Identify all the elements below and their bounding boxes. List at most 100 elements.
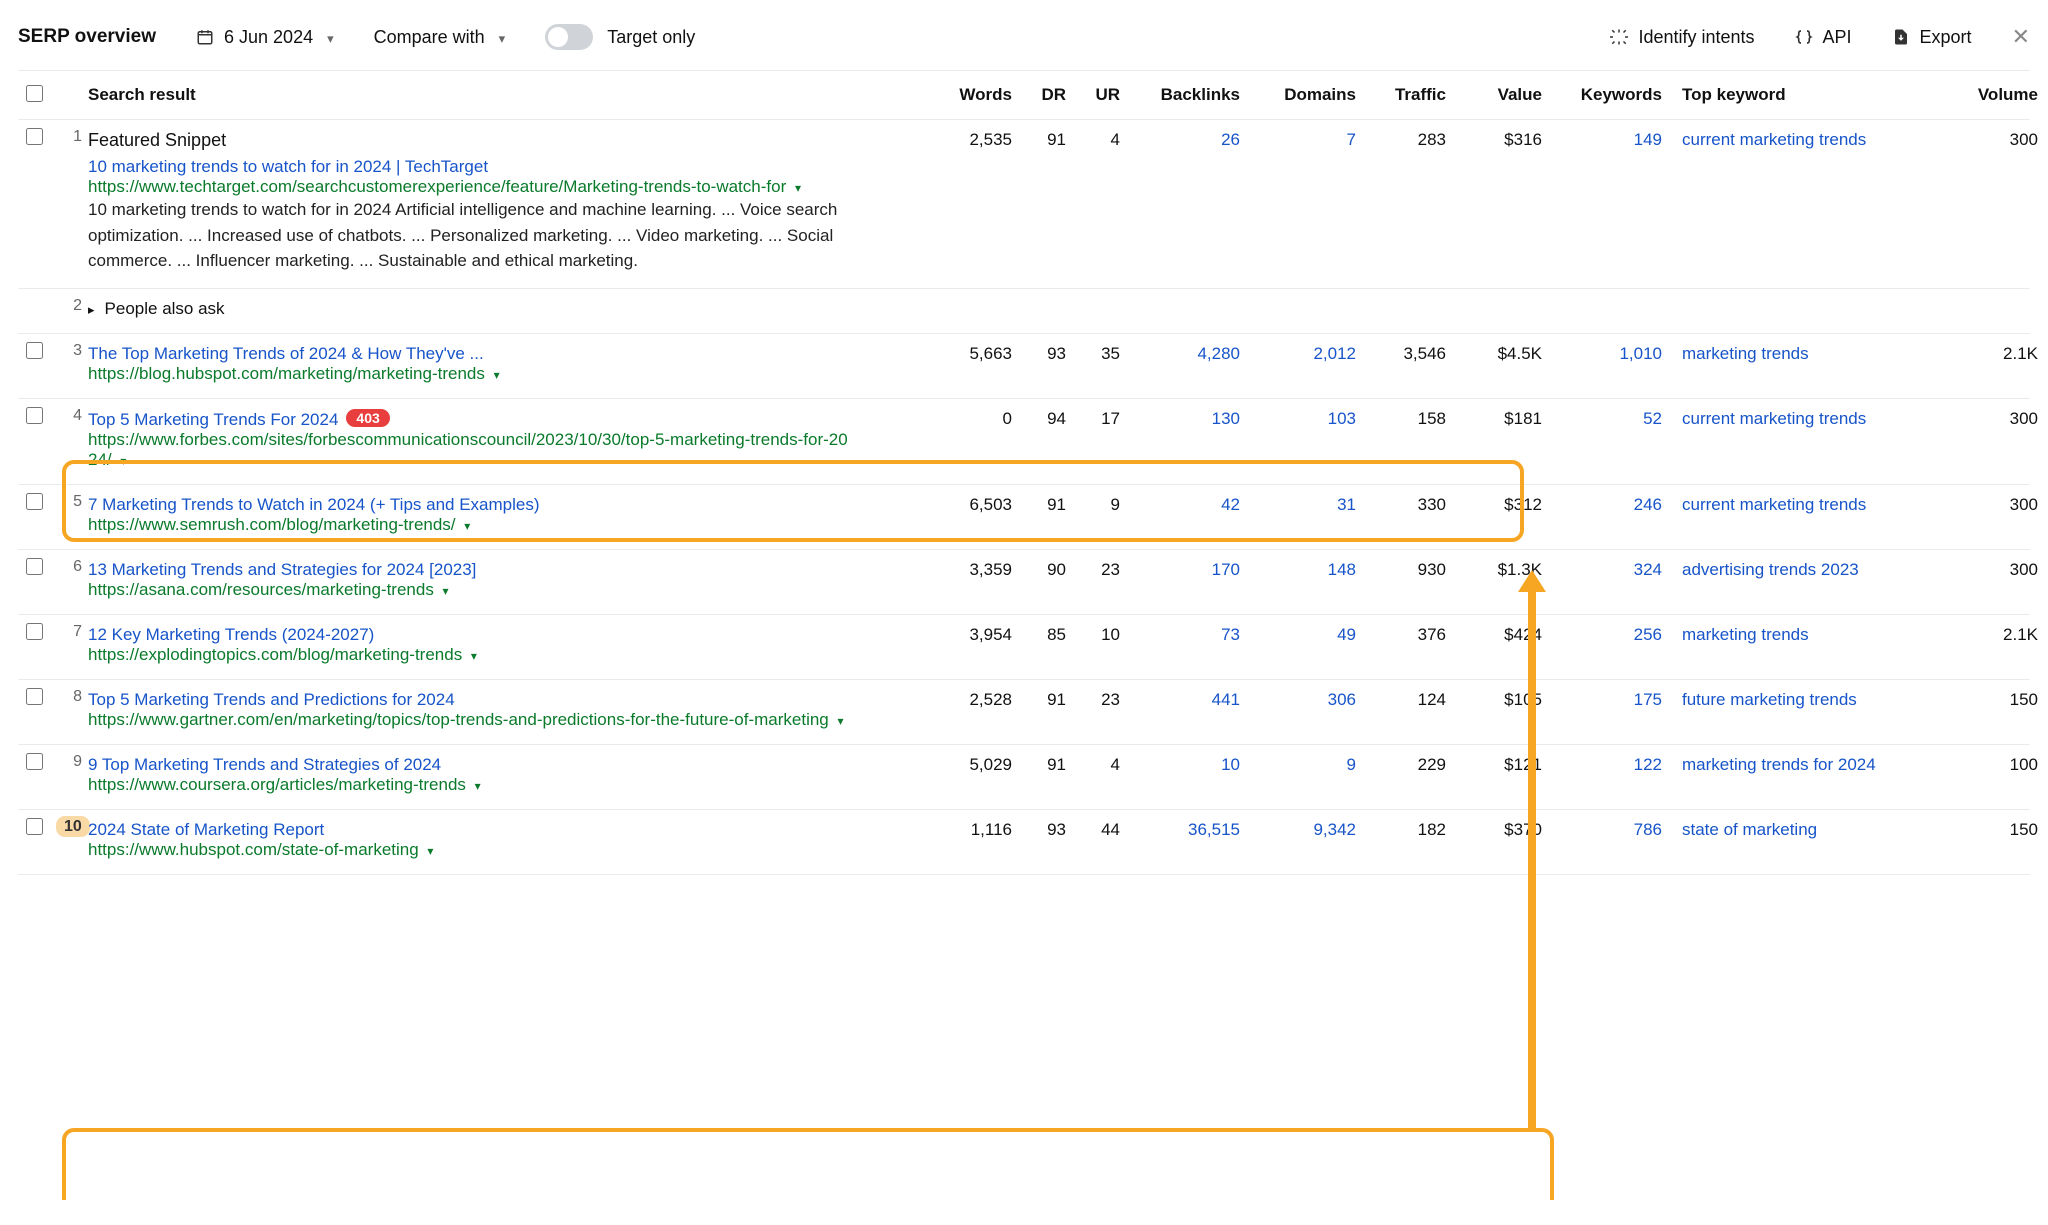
keywords-value[interactable]: 786 (1548, 810, 1668, 848)
keywords-value[interactable]: 175 (1548, 680, 1668, 718)
result-title[interactable]: 7 Marketing Trends to Watch in 2024 (+ T… (88, 495, 540, 514)
row-checkbox[interactable] (26, 342, 43, 359)
backlinks-value[interactable]: 73 (1126, 615, 1246, 653)
result-url[interactable]: https://www.semrush.com/blog/marketing-t… (88, 515, 848, 535)
keywords-value[interactable]: 1,010 (1548, 334, 1668, 372)
row-checkbox[interactable] (26, 407, 43, 424)
col-search-result[interactable]: Search result (88, 71, 928, 119)
result-title[interactable]: 12 Key Marketing Trends (2024-2027) (88, 625, 374, 644)
chevron-down-icon (439, 580, 449, 599)
chevron-down-icon (490, 364, 500, 383)
col-value[interactable]: Value (1452, 71, 1548, 119)
keywords-value[interactable]: 246 (1548, 485, 1668, 523)
arrow-up-icon (1528, 588, 1536, 1130)
domains-value[interactable]: 148 (1246, 550, 1362, 588)
select-all-checkbox[interactable] (26, 85, 43, 102)
top-keyword[interactable]: current marketing trends (1668, 485, 1948, 523)
row-checkbox[interactable] (26, 493, 43, 510)
keywords-value[interactable]: 52 (1548, 399, 1668, 437)
top-keyword[interactable]: state of marketing (1668, 810, 1948, 848)
backlinks-value[interactable]: 26 (1126, 120, 1246, 158)
target-only-toggle[interactable]: Target only (545, 24, 695, 50)
keywords-value[interactable]: 122 (1548, 745, 1668, 783)
result-url[interactable]: https://asana.com/resources/marketing-tr… (88, 580, 848, 600)
backlinks-value[interactable]: 36,515 (1126, 810, 1246, 848)
row-checkbox[interactable] (26, 558, 43, 575)
col-backlinks[interactable]: Backlinks (1126, 71, 1246, 119)
top-keyword[interactable]: marketing trends (1668, 334, 1948, 372)
row-checkbox[interactable] (26, 753, 43, 770)
col-top-keyword[interactable]: Top keyword (1668, 71, 1948, 119)
position: 2 (50, 289, 88, 323)
top-keyword[interactable]: marketing trends (1668, 615, 1948, 653)
domains-value[interactable]: 9 (1246, 745, 1362, 783)
keywords-value[interactable]: 149 (1548, 120, 1668, 158)
api-button[interactable]: API (1795, 27, 1852, 48)
backlinks-value[interactable]: 441 (1126, 680, 1246, 718)
export-button[interactable]: Export (1892, 27, 1972, 48)
backlinks-value[interactable]: 170 (1126, 550, 1246, 588)
compare-label: Compare with (374, 27, 485, 48)
chevron-down-icon (467, 645, 477, 664)
ur-value: 44 (1072, 810, 1126, 848)
col-domains[interactable]: Domains (1246, 71, 1362, 119)
top-keyword[interactable]: future marketing trends (1668, 680, 1948, 718)
col-words[interactable]: Words (928, 71, 1018, 119)
result-title[interactable]: Top 5 Marketing Trends For 2024 (88, 410, 338, 429)
col-volume[interactable]: Volume (1948, 71, 2044, 119)
result-url[interactable]: https://www.gartner.com/en/marketing/top… (88, 710, 848, 730)
top-keyword[interactable]: advertising trends 2023 (1668, 550, 1948, 588)
keywords-value[interactable]: 256 (1548, 615, 1668, 653)
domains-value[interactable]: 9,342 (1246, 810, 1362, 848)
http-status-badge: 403 (346, 409, 389, 427)
col-keywords[interactable]: Keywords (1548, 71, 1668, 119)
keywords-value[interactable]: 324 (1548, 550, 1668, 588)
result-title[interactable]: 13 Marketing Trends and Strategies for 2… (88, 560, 476, 579)
position: 3 (50, 334, 88, 368)
table-row: 8Top 5 Marketing Trends and Predictions … (18, 680, 2030, 745)
result-title[interactable]: The Top Marketing Trends of 2024 & How T… (88, 344, 484, 363)
result-cell: 7 Marketing Trends to Watch in 2024 (+ T… (88, 485, 928, 549)
compare-with-button[interactable]: Compare with (374, 27, 506, 48)
domains-value[interactable]: 7 (1246, 120, 1362, 158)
backlinks-value[interactable]: 42 (1126, 485, 1246, 523)
result-url[interactable]: https://www.forbes.com/sites/forbescommu… (88, 430, 848, 470)
volume-value: 2.1K (1948, 334, 2044, 372)
value-value: $4.5K (1452, 334, 1548, 372)
chevron-down-icon (116, 450, 126, 469)
result-url[interactable]: https://www.hubspot.com/state-of-marketi… (88, 840, 848, 860)
result-title[interactable]: 10 marketing trends to watch for in 2024… (88, 157, 488, 176)
domains-value[interactable]: 2,012 (1246, 334, 1362, 372)
top-keyword[interactable]: marketing trends for 2024 (1668, 745, 1948, 783)
result-title[interactable]: 2024 State of Marketing Report (88, 820, 324, 839)
domains-value[interactable]: 49 (1246, 615, 1362, 653)
row-checkbox[interactable] (26, 128, 43, 145)
download-file-icon (1892, 28, 1910, 46)
top-keyword[interactable]: current marketing trends (1668, 120, 1948, 158)
result-title[interactable]: Top 5 Marketing Trends and Predictions f… (88, 690, 455, 709)
result-url[interactable]: https://blog.hubspot.com/marketing/marke… (88, 364, 848, 384)
top-keyword[interactable]: current marketing trends (1668, 399, 1948, 437)
backlinks-value[interactable]: 4,280 (1126, 334, 1246, 372)
col-ur[interactable]: UR (1072, 71, 1126, 119)
domains-value[interactable]: 31 (1246, 485, 1362, 523)
chevron-down-icon (471, 775, 481, 794)
date-picker[interactable]: 6 Jun 2024 (196, 27, 334, 48)
result-url[interactable]: https://explodingtopics.com/blog/marketi… (88, 645, 848, 665)
row-checkbox[interactable] (26, 688, 43, 705)
close-button[interactable]: ✕ (2012, 24, 2030, 50)
col-dr[interactable]: DR (1018, 71, 1072, 119)
row-checkbox[interactable] (26, 818, 43, 835)
domains-value[interactable]: 103 (1246, 399, 1362, 437)
backlinks-value[interactable]: 130 (1126, 399, 1246, 437)
people-also-ask[interactable]: People also ask (88, 299, 922, 319)
braces-icon (1795, 28, 1813, 46)
result-url[interactable]: https://www.techtarget.com/searchcustome… (88, 177, 848, 197)
identify-intents-button[interactable]: Identify intents (1610, 27, 1754, 48)
result-url[interactable]: https://www.coursera.org/articles/market… (88, 775, 848, 795)
backlinks-value[interactable]: 10 (1126, 745, 1246, 783)
result-title[interactable]: 9 Top Marketing Trends and Strategies of… (88, 755, 441, 774)
row-checkbox[interactable] (26, 623, 43, 640)
col-traffic[interactable]: Traffic (1362, 71, 1452, 119)
domains-value[interactable]: 306 (1246, 680, 1362, 718)
